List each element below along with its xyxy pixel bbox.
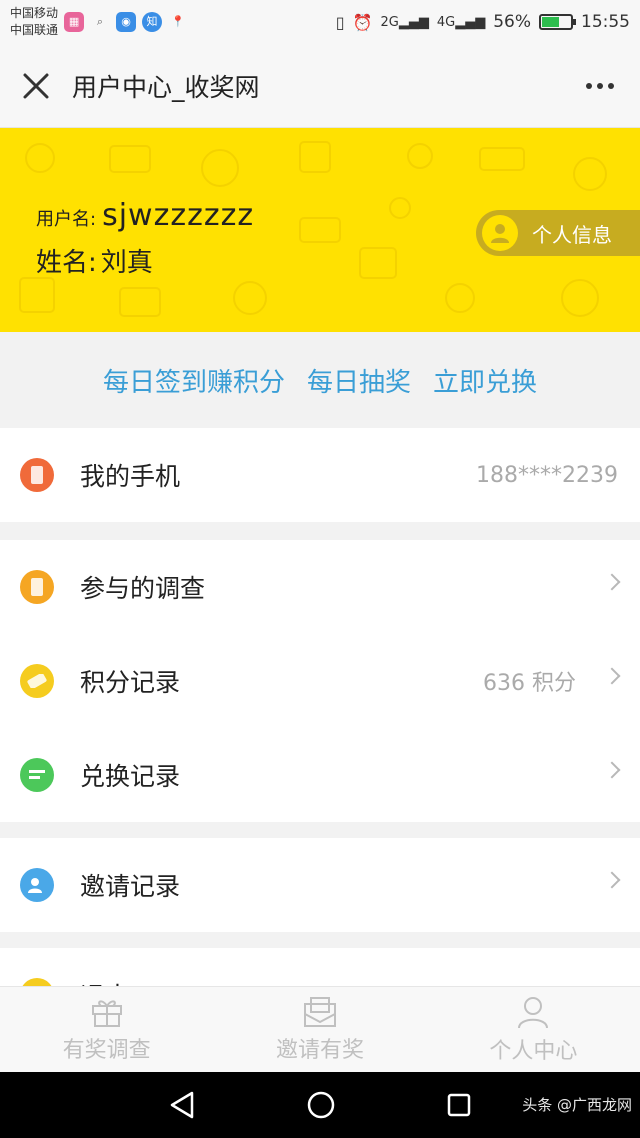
battery-icon bbox=[539, 14, 576, 30]
points-total: 636 积分 bbox=[483, 671, 576, 696]
ticket-icon bbox=[20, 664, 54, 698]
daily-checkin-link[interactable]: 每日签到赚积分 bbox=[103, 362, 285, 399]
alarm-icon: ⏰ bbox=[352, 12, 373, 32]
nav-profile-label: 个人中心 bbox=[489, 1038, 578, 1064]
bottom-navigation: 有奖调查 邀请有奖 个人中心 bbox=[0, 986, 640, 1072]
user-icon bbox=[482, 215, 518, 251]
phone-icon bbox=[20, 458, 54, 492]
phone-number: 188****2239 bbox=[476, 462, 618, 488]
redeem-now-link[interactable]: 立即兑换 bbox=[433, 362, 537, 399]
vibrate-icon: ▯ bbox=[335, 12, 345, 32]
nav-invite-label: 邀请有奖 bbox=[275, 1037, 364, 1063]
surveys-row[interactable]: 参与的调查 bbox=[0, 540, 640, 634]
points-record-row[interactable]: 积分记录 636 积分 bbox=[0, 634, 640, 728]
nav-invite[interactable]: 邀请有奖 bbox=[213, 987, 426, 1072]
more-dot-icon bbox=[586, 83, 592, 89]
system-status: ▯ ⏰ 2G▂▄▆ 4G▂▄▆ 56% 15:55 bbox=[336, 12, 630, 32]
logout-row[interactable]: 退出 bbox=[0, 948, 640, 986]
quick-links: 每日签到赚积分 每日抽奖 立即兑换 bbox=[0, 332, 640, 428]
more-menu-button[interactable] bbox=[580, 70, 620, 102]
document-icon bbox=[20, 570, 54, 604]
user-icon bbox=[518, 996, 549, 1028]
redeem-record-row[interactable]: 兑换记录 bbox=[0, 728, 640, 822]
app-notification-icon: ▦ bbox=[64, 12, 85, 32]
close-button[interactable] bbox=[0, 44, 72, 128]
surveys-label: 参与的调查 bbox=[80, 574, 206, 603]
clock: 15:55 bbox=[581, 12, 630, 32]
zhihu-icon: 知 bbox=[142, 12, 163, 32]
logout-label: 退出 bbox=[80, 977, 130, 986]
more-dot-icon bbox=[608, 83, 614, 89]
my-phone-label: 我的手机 bbox=[80, 462, 181, 491]
logout-icon bbox=[20, 978, 54, 986]
title-bar: 用户中心_收奖网 bbox=[0, 44, 640, 128]
personal-info-button[interactable]: 个人信息 bbox=[476, 210, 640, 256]
signal-icon: 4G▂▄▆ bbox=[436, 14, 486, 30]
status-bar: 中国移动 中国联通 ▦ ⌕ ◉ 知 📍 ▯ ⏰ 2G▂▄▆ 4G▂▄▆ 56% … bbox=[0, 0, 640, 44]
my-phone-row[interactable]: 我的手机 188****2239 bbox=[0, 428, 640, 522]
profile-banner: 用户名: sjwzzzzzz 姓名: 刘真 个人信息 bbox=[0, 128, 640, 332]
logout-section: 退出 bbox=[0, 948, 640, 986]
nav-surveys-label: 有奖调查 bbox=[62, 1037, 151, 1063]
username-value: sjwzzzzzz bbox=[102, 198, 255, 233]
invite-section: 邀请记录 bbox=[0, 838, 640, 932]
chevron-right-icon bbox=[603, 761, 621, 779]
chevron-right-icon bbox=[603, 573, 621, 591]
watermark: 头条 @广西龙网 bbox=[522, 1096, 632, 1114]
signal-icon: 2G▂▄▆ bbox=[380, 14, 429, 30]
personal-info-label: 个人信息 bbox=[532, 222, 612, 247]
chevron-right-icon bbox=[603, 871, 621, 889]
nav-profile[interactable]: 个人中心 bbox=[427, 987, 640, 1072]
invite-record-label: 邀请记录 bbox=[80, 872, 181, 901]
app-notification-icon: ◉ bbox=[116, 12, 137, 32]
envelope-icon bbox=[303, 996, 336, 1027]
battery-percent: 56% bbox=[493, 12, 531, 32]
more-dot-icon bbox=[597, 83, 603, 89]
realname-label: 姓名: bbox=[36, 248, 97, 278]
phone-section: 我的手机 188****2239 bbox=[0, 428, 640, 522]
realname-value: 刘真 bbox=[100, 248, 153, 278]
back-icon[interactable] bbox=[168, 1090, 196, 1120]
list-icon bbox=[20, 758, 54, 792]
search-icon: ⌕ bbox=[96, 15, 104, 28]
recents-icon[interactable] bbox=[446, 1092, 472, 1118]
notification-icons: ▦ ⌕ ◉ 知 📍 bbox=[64, 12, 188, 32]
username-row: 用户名: sjwzzzzzz bbox=[36, 198, 254, 233]
gift-icon bbox=[91, 999, 122, 1027]
realname-row: 姓名: 刘真 bbox=[36, 242, 153, 279]
home-icon[interactable] bbox=[306, 1090, 336, 1120]
daily-lottery-link[interactable]: 每日抽奖 bbox=[307, 362, 411, 399]
chevron-right-icon bbox=[603, 667, 621, 685]
close-icon bbox=[23, 73, 49, 98]
invite-record-row[interactable]: 邀请记录 bbox=[0, 838, 640, 932]
users-icon bbox=[20, 868, 54, 902]
carrier-names: 中国移动 中国联通 bbox=[10, 5, 58, 39]
location-icon: 📍 bbox=[171, 15, 185, 28]
redeem-record-label: 兑换记录 bbox=[80, 762, 181, 791]
nav-surveys[interactable]: 有奖调查 bbox=[0, 987, 213, 1072]
points-record-label: 积分记录 bbox=[80, 668, 181, 697]
username-label: 用户名: bbox=[36, 209, 97, 230]
records-section: 参与的调查 积分记录 636 积分 兑换记录 bbox=[0, 540, 640, 822]
carrier-2: 中国联通 bbox=[10, 23, 59, 37]
page-title: 用户中心_收奖网 bbox=[72, 72, 260, 102]
carrier-1: 中国移动 bbox=[10, 6, 59, 20]
